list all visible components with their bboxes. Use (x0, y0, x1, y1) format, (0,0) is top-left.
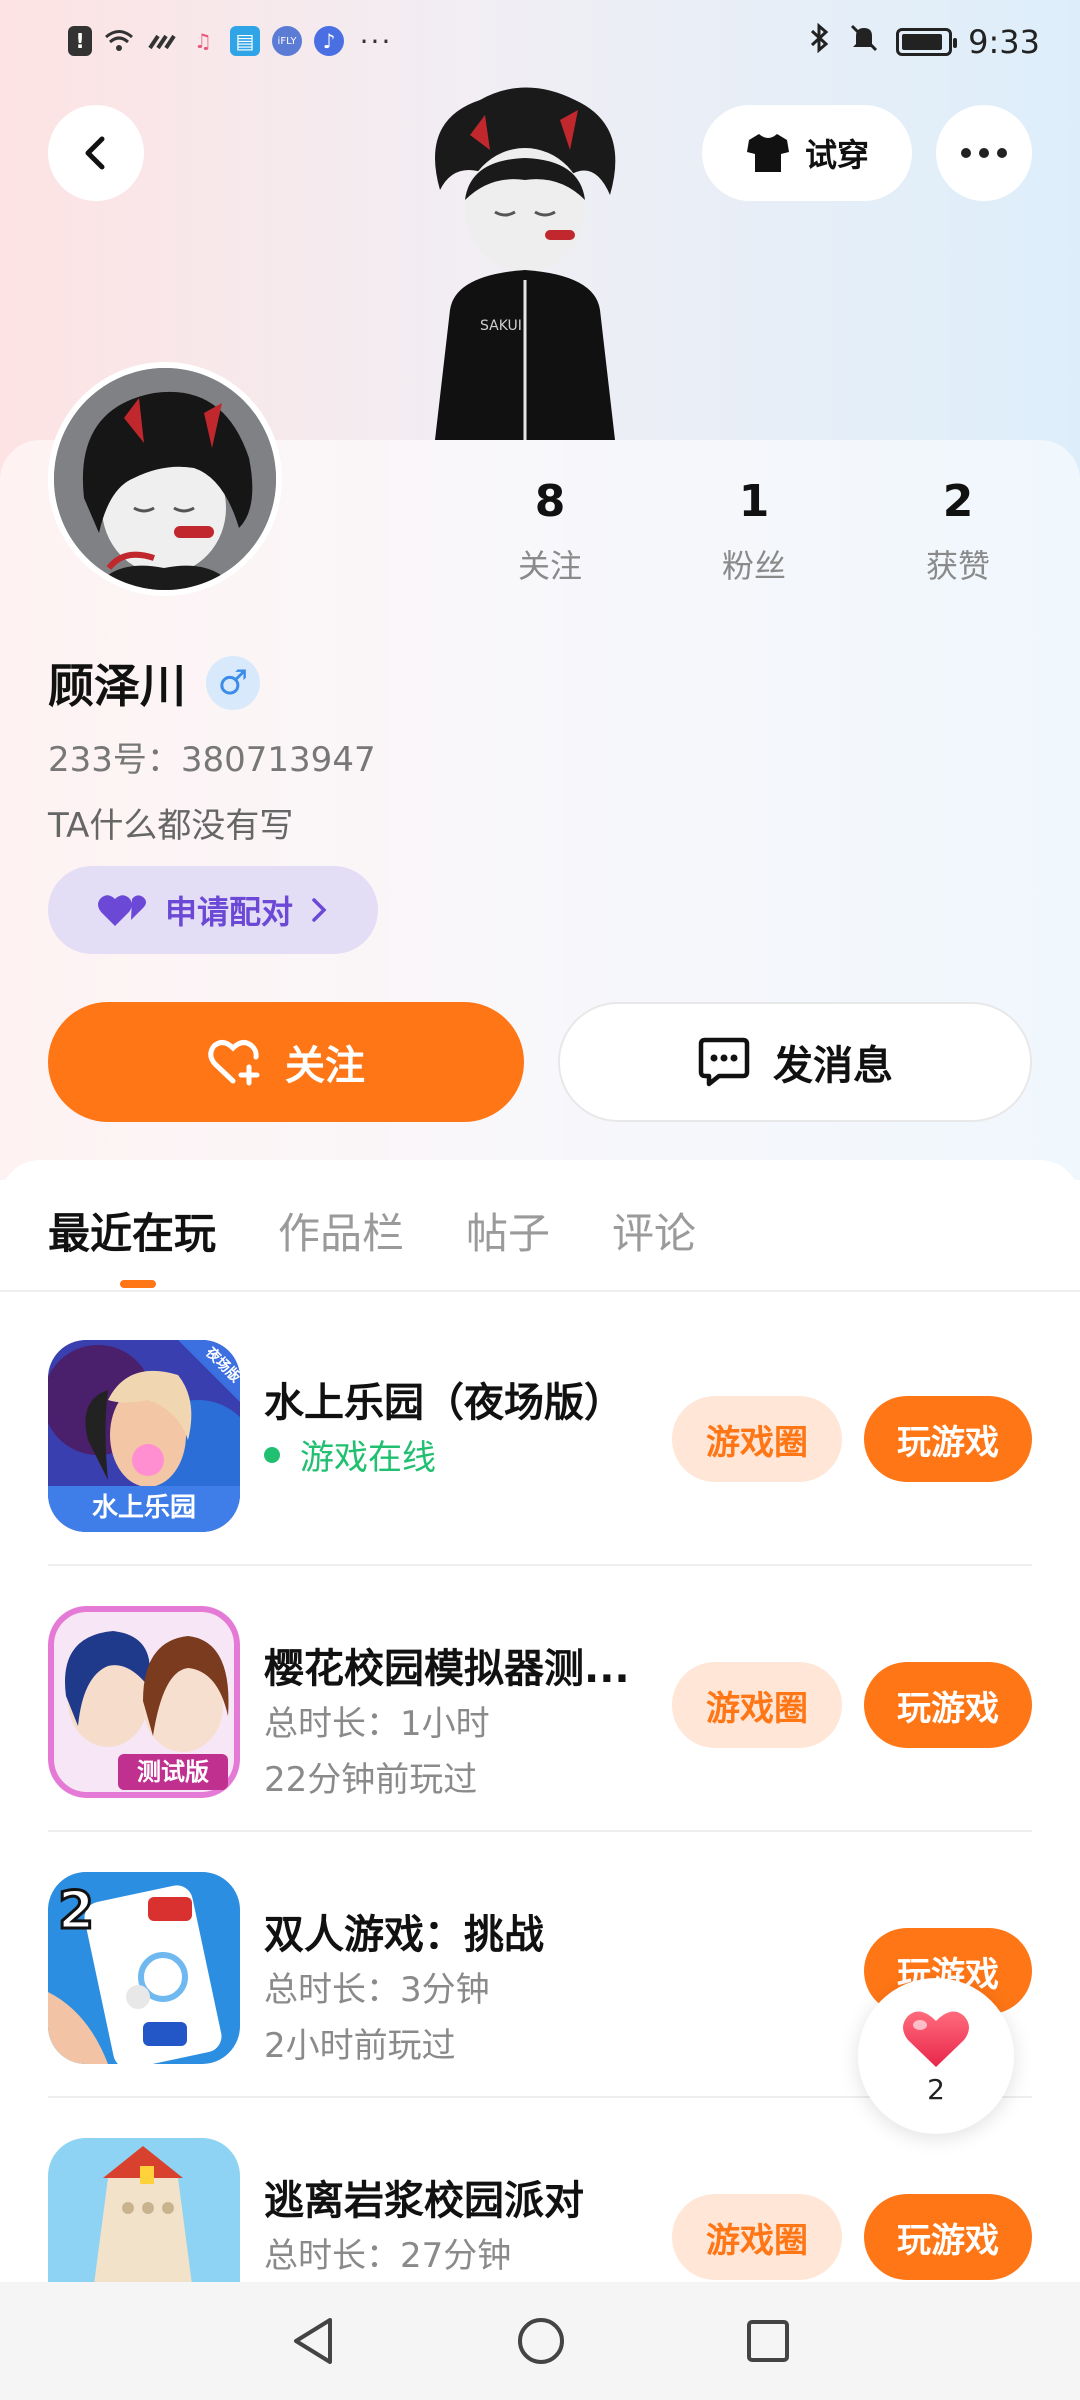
game-title: 水上乐园（夜场版） (264, 1380, 624, 1426)
tab-works[interactable]: 作品栏 (278, 1200, 404, 1261)
game-icon-sakura-school: 测试版 (48, 1606, 240, 1798)
request-pair-button[interactable]: 申请配对 (48, 866, 378, 954)
user-bio: TA什么都没有写 (48, 806, 294, 846)
game-item[interactable]: 水上乐园 夜场版 水上乐园（夜场版） 游戏在线 游戏圈 玩游戏 (48, 1300, 1032, 1566)
more-notifications-icon: ··· (359, 24, 393, 58)
tab-recently-played[interactable]: 最近在玩 (48, 1200, 216, 1261)
gender-male-icon: ♂ (206, 656, 260, 710)
chevron-right-icon (312, 898, 327, 922)
game-icon-text: 水上乐园 (92, 1493, 196, 1523)
game-icon-water-park: 水上乐园 夜场版 (48, 1340, 240, 1532)
back-triangle-icon[interactable] (288, 2314, 338, 2368)
game-duration: 总时长：3分钟 (264, 1970, 490, 2010)
game-title: 樱花校园模拟器测... (264, 1646, 630, 1692)
send-message-button[interactable]: 发消息 (558, 1002, 1032, 1122)
alert-icon: ! (68, 26, 92, 56)
game-last-played: 2小时前玩过 (264, 2026, 456, 2066)
game-icon-text: 测试版 (137, 1758, 209, 1786)
stat-likes-count: 2 (942, 476, 974, 527)
game-circle-button[interactable]: 游戏圈 (672, 2194, 842, 2280)
status-left-icons: ! ♫ ▤ iFLY ♪ ··· (68, 24, 396, 58)
tshirt-icon (746, 134, 789, 172)
tabs-divider (0, 1290, 1080, 1292)
book-app-icon: ▤ (230, 26, 260, 56)
game-title: 双人游戏：挑战 (264, 1912, 544, 1958)
game-circle-button[interactable]: 游戏圈 (672, 1662, 842, 1748)
music-note-app-icon: ♪ (314, 26, 344, 56)
heart-plus-icon (208, 1040, 260, 1086)
try-on-button[interactable]: 试穿 (702, 105, 912, 201)
game-icon-text: 2 (58, 1881, 94, 1941)
stat-likes[interactable]: 2 获赞 (878, 476, 1038, 587)
online-status-label: 游戏在线 (300, 1438, 436, 1478)
music-app-icon: ♫ (194, 29, 212, 53)
battery-icon (896, 28, 958, 56)
profile-tabs: 最近在玩 作品栏 帖子 评论 (48, 1200, 696, 1261)
floating-like-count: 2 (927, 2072, 945, 2106)
stat-fans-count: 1 (738, 476, 770, 527)
game-icon-lava-escape (48, 2138, 240, 2282)
status-bar: ! ♫ ▤ iFLY ♪ ··· 9:33 (0, 0, 1080, 92)
game-icon-two-player: 2 (48, 1872, 240, 2064)
back-button[interactable] (48, 105, 144, 201)
game-last-played: 22分钟前玩过 (264, 1760, 478, 1800)
system-nav-bar (0, 2282, 1080, 2400)
game-duration: 总时长：27分钟 (264, 2236, 512, 2276)
user-id: 233号：380713947 (48, 740, 376, 780)
heart-icon (903, 2011, 969, 2067)
ifly-app-icon: iFLY (272, 26, 302, 56)
play-game-button[interactable]: 玩游戏 (864, 1396, 1032, 1482)
online-dot-icon (264, 1446, 280, 1463)
avatar-image (54, 368, 276, 590)
tab-posts[interactable]: 帖子 (466, 1200, 550, 1261)
bluetooth-icon (808, 22, 832, 62)
floating-like-button[interactable]: 2 (858, 1978, 1014, 2134)
mute-icon (848, 22, 880, 62)
play-game-button[interactable]: 玩游戏 (864, 1662, 1032, 1748)
send-message-label: 发消息 (773, 1043, 893, 1089)
game-duration: 总时长：1小时 (264, 1704, 490, 1744)
stat-following-label: 关注 (517, 547, 582, 585)
avatar-3d-figure: SAKUI (410, 80, 640, 440)
stat-fans[interactable]: 1 粉丝 (674, 476, 834, 587)
stat-following[interactable]: 8 关注 (470, 476, 630, 587)
more-dot-icon (979, 148, 989, 158)
more-button[interactable] (936, 105, 1032, 201)
tab-comments[interactable]: 评论 (612, 1200, 696, 1261)
chevron-left-icon (85, 136, 105, 170)
recent-square-icon[interactable] (744, 2317, 792, 2365)
more-dot-icon (997, 148, 1007, 158)
request-pair-label: 申请配对 (164, 893, 293, 931)
avatar[interactable] (48, 362, 282, 596)
game-online-status: 游戏在线 (264, 1430, 436, 1479)
svg-text:SAKUI: SAKUI (480, 318, 522, 334)
username-row: 顾泽川 ♂ (48, 650, 260, 716)
stat-likes-label: 获赞 (925, 547, 990, 585)
active-tab-indicator (120, 1280, 156, 1288)
game-title: 逃离岩浆校园派对 (264, 2178, 584, 2224)
play-game-button[interactable]: 玩游戏 (864, 2194, 1032, 2280)
home-circle-icon[interactable] (515, 2315, 567, 2367)
chat-bubble-icon (698, 1037, 750, 1087)
wifi-icon (104, 26, 134, 56)
status-time: 9:33 (968, 23, 1040, 61)
profile-stats: 8 关注 1 粉丝 2 获赞 (470, 476, 1070, 596)
heart-pair-icon (97, 895, 146, 926)
stat-following-count: 8 (534, 476, 566, 527)
follow-label: 关注 (285, 1043, 365, 1089)
follow-button[interactable]: 关注 (48, 1002, 524, 1122)
try-on-label: 试穿 (804, 136, 869, 174)
game-item[interactable]: 测试版 樱花校园模拟器测... 总时长：1小时 22分钟前玩过 游戏圈 玩游戏 (48, 1566, 1032, 1832)
status-right-icons: 9:33 (808, 22, 1040, 62)
game-circle-button[interactable]: 游戏圈 (672, 1396, 842, 1482)
username: 顾泽川 (48, 659, 186, 713)
more-dot-icon (961, 148, 971, 158)
signal-icon (146, 26, 176, 56)
game-item[interactable]: 逃离岩浆校园派对 总时长：27分钟 游戏圈 玩游戏 (48, 2098, 1032, 2282)
stat-fans-label: 粉丝 (721, 547, 786, 585)
